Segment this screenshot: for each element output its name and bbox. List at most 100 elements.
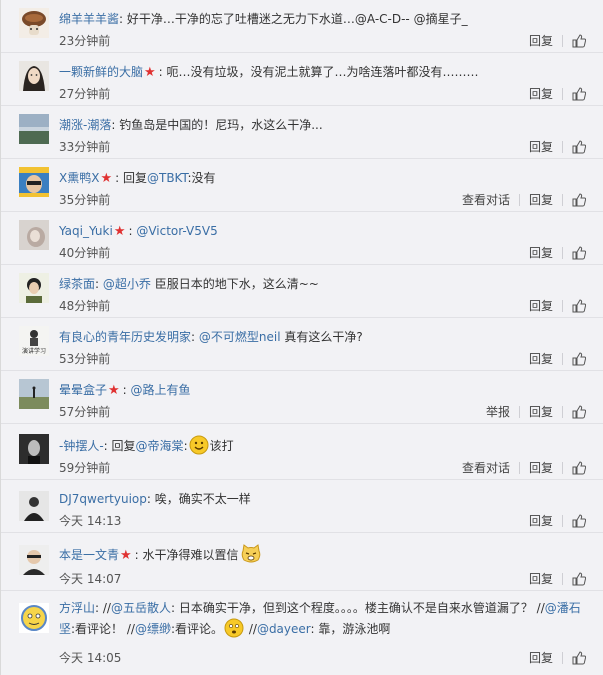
comment-body: 真有这么干净? [280,330,363,344]
comment-actions: 回复 [529,85,587,102]
reply-button[interactable]: 回复 [529,297,553,314]
mention-link[interactable]: @不可燃型neil [199,330,281,344]
reply-button[interactable]: 回复 [529,85,553,102]
comment-time: 23分钟前 [59,34,111,48]
comment-time: 53分钟前 [59,352,111,366]
red-star-icon: ★ [108,383,120,398]
thumbs-up-icon[interactable] [572,404,587,419]
commenter-name[interactable]: 绵羊羊羊酱 [59,12,119,26]
mention-link[interactable]: @路上有鱼 [131,383,191,397]
reply-button[interactable]: 回复 [529,191,553,208]
thumbs-up-icon[interactable] [572,298,587,313]
thumbs-up-icon[interactable] [572,571,587,586]
comment-body: 钓鱼岛是中国的！尼玛，水这么干净... [119,118,323,132]
thumbs-up-icon[interactable] [572,650,587,665]
commenter-name[interactable]: Yaqi_Yuki [59,224,113,238]
thumbs-up-icon[interactable] [572,460,587,475]
comment-body-tail: :没有 [187,171,216,185]
comment-actions: 回复 [529,570,587,587]
comment-time: 57分钟前 [59,405,111,419]
reply-button[interactable]: 回复 [529,459,553,476]
thumbs-up-icon[interactable] [572,192,587,207]
avatar[interactable] [19,8,49,38]
commenter-name[interactable]: 晕晕盒子 [59,383,107,397]
comment-item: 晕晕盒子★: @路上有鱼 57分钟前 举报 回复 [1,371,603,424]
avatar[interactable] [19,273,49,303]
mention-link[interactable]: @五岳散人 [111,601,171,615]
avatar[interactable] [19,603,49,633]
comment-item: 演讲学习 有良心的青年历史发明家: @不可燃型neil 真有这么干净? 53分钟… [1,318,603,371]
mention-link[interactable]: @超小乔 [103,277,151,291]
comment-item: 方浮山: //@五岳散人: 日本确实干净，但到这个程度。。。。楼主确认不是自来水… [1,591,603,675]
red-star-icon: ★ [144,65,156,80]
comment-item: 一颗新鲜的大脑★: 呃…没有垃圾，没有泥土就算了…为啥连落叶都没有……… 27分… [1,53,603,106]
comment-text: 有良心的青年历史发明家: @不可燃型neil 真有这么干净? [59,330,363,344]
reply-button[interactable]: 回复 [529,350,553,367]
commenter-name[interactable]: 潮涨-潮落 [59,118,111,132]
reply-button[interactable]: 回复 [529,649,553,666]
comment-body: 唉，确实不太一样 [154,492,251,506]
reply-button[interactable]: 回复 [529,570,553,587]
comment-body-seg: : 靠，游泳池啊 [310,622,391,636]
view-conversation-button[interactable]: 查看对话 [462,459,510,476]
commenter-name[interactable]: DJ7qwertyuiop [59,492,147,506]
avatar[interactable] [19,167,49,197]
comment-item: 绵羊羊羊酱: 好干净…干净的忘了吐槽迷之无力下水道…@A-C-D-- @摘星子_… [1,0,603,53]
comment-body: 呃…没有垃圾，没有泥土就算了…为啥连落叶都没有……… [166,65,479,79]
comment-actions: 查看对话 回复 [462,191,587,208]
comment-text: 晕晕盒子★: @路上有鱼 [59,383,191,398]
mention-link[interactable]: @Victor-V5V5 [136,224,217,238]
comment-time: 今天 14:05 [59,651,122,665]
commenter-name[interactable]: -钟摆人- [59,439,104,453]
red-star-icon: ★ [100,171,113,186]
thumbs-up-icon[interactable] [572,33,587,48]
commenter-name[interactable]: 一颗新鲜的大脑 [59,65,143,79]
reply-button[interactable]: 回复 [529,244,553,261]
comment-item: Yaqi_Yuki★: @Victor-V5V5 40分钟前 回复 [1,212,603,265]
comment-body-seg: // [102,601,111,615]
avatar[interactable] [19,491,49,521]
avatar[interactable] [19,434,49,464]
comment-list: 绵羊羊羊酱: 好干净…干净的忘了吐槽迷之无力下水道…@A-C-D-- @摘星子_… [0,0,603,675]
reply-button[interactable]: 回复 [529,512,553,529]
commenter-name[interactable]: 绿茶面 [59,277,95,291]
mention-link[interactable]: @TBKT [147,171,188,185]
thumbs-up-icon[interactable] [572,513,587,528]
report-button[interactable]: 举报 [486,403,510,420]
thumbs-up-icon[interactable] [572,351,587,366]
comment-body: 回复 [111,439,136,453]
commenter-name[interactable]: 本是一文青 [59,548,119,562]
reply-button[interactable]: 回复 [529,403,553,420]
smiley-emoji [189,435,209,461]
commenter-name[interactable]: 方浮山 [59,601,95,615]
avatar[interactable] [19,220,49,250]
mention-link[interactable]: @缥缈 [135,622,171,636]
thumbs-up-icon[interactable] [572,139,587,154]
thumbs-up-icon[interactable] [572,86,587,101]
reply-button[interactable]: 回复 [529,138,553,155]
mention-link[interactable]: @dayeer [257,622,311,636]
mention-link[interactable]: @帝海棠 [136,439,184,453]
smiley-emoji [224,618,244,644]
avatar[interactable]: 演讲学习 [19,326,49,356]
comment-actions: 回复 [529,32,587,49]
comment-body-seg: : 日本确实干净，但到这个程度。。。。楼主确认不是自来水管道漏了？ // [170,601,545,615]
comment-time: 48分钟前 [59,299,111,313]
avatar[interactable] [19,61,49,91]
comment-time: 35分钟前 [59,193,111,207]
commenter-name[interactable]: 有良心的青年历史发明家 [59,330,191,344]
avatar[interactable] [19,114,49,144]
avatar[interactable] [19,545,49,575]
comment-text: Yaqi_Yuki★: @Victor-V5V5 [59,224,218,239]
comment-text: 方浮山: //@五岳散人: 日本确实干净，但到这个程度。。。。楼主确认不是自来水… [59,598,589,644]
comment-time: 33分钟前 [59,140,111,154]
avatar[interactable] [19,379,49,409]
view-conversation-button[interactable]: 查看对话 [462,191,510,208]
comment-body-seg: :看评论。 [170,622,224,636]
comment-text: 潮涨-潮落: 钓鱼岛是中国的！尼玛，水这么干净... [59,118,323,132]
thumbs-up-icon[interactable] [572,245,587,260]
commenter-name[interactable]: X熏鸭X [59,171,99,185]
comment-text: DJ7qwertyuiop: 唉，确实不太一样 [59,492,251,506]
reply-button[interactable]: 回复 [529,32,553,49]
cat-emoji [240,544,262,570]
